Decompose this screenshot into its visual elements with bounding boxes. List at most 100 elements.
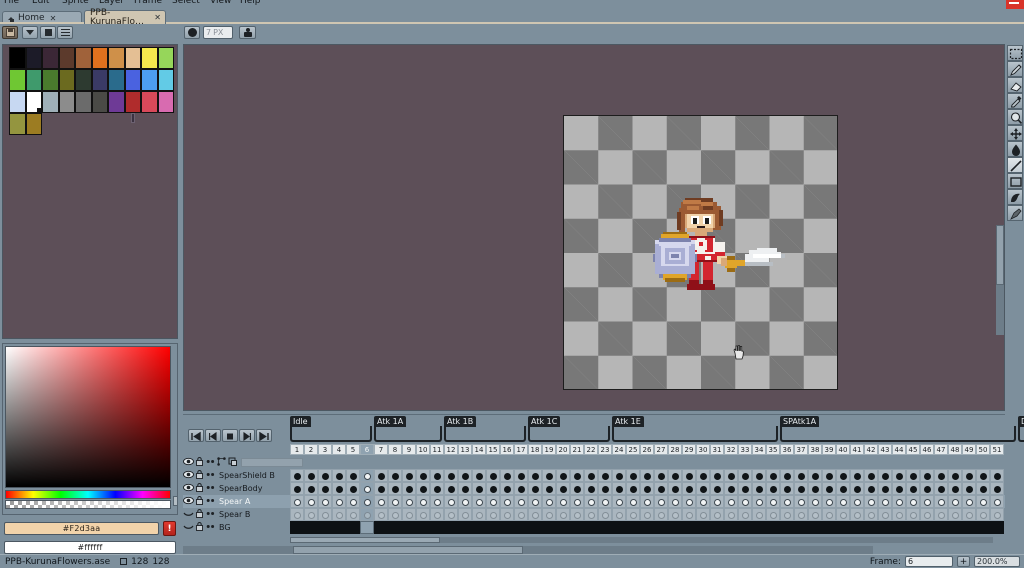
cel[interactable] — [710, 495, 724, 508]
cel[interactable] — [976, 508, 990, 521]
palette-swatch[interactable] — [9, 91, 26, 113]
go-to-next-frame[interactable] — [239, 429, 255, 442]
frame-number-cell[interactable]: 27 — [654, 444, 668, 455]
canvas-horizontal-scrollbar[interactable] — [183, 546, 873, 554]
cel[interactable] — [962, 469, 976, 482]
frame-number-cell[interactable]: 42 — [864, 444, 878, 455]
cel[interactable] — [430, 469, 444, 482]
palette-swatch[interactable] — [92, 69, 109, 91]
palette-swatch[interactable] — [9, 47, 26, 69]
cel[interactable] — [752, 508, 766, 521]
cel[interactable] — [766, 508, 780, 521]
cel[interactable] — [402, 482, 416, 495]
color-panel-scrollbar[interactable] — [173, 496, 178, 506]
continuous-icon[interactable] — [205, 521, 216, 534]
cel[interactable] — [934, 469, 948, 482]
layer-row[interactable]: Spear B — [183, 508, 1005, 521]
cel[interactable] — [724, 469, 738, 482]
menu-item-edit[interactable]: Edit — [32, 0, 49, 6]
cel[interactable] — [542, 508, 556, 521]
eyedropper-tool[interactable] — [1007, 93, 1023, 109]
cel[interactable] — [318, 469, 332, 482]
cel[interactable] — [430, 508, 444, 521]
frame-number-cell[interactable]: 1 — [290, 444, 304, 455]
pencil-tool[interactable] — [1007, 61, 1023, 77]
cel[interactable] — [584, 482, 598, 495]
cel[interactable] — [696, 469, 710, 482]
cel[interactable] — [794, 469, 808, 482]
cel[interactable] — [962, 482, 976, 495]
cel[interactable] — [906, 508, 920, 521]
new-layer-icon[interactable] — [227, 456, 238, 469]
cel-strip[interactable] — [290, 495, 1004, 508]
cel[interactable] — [836, 508, 850, 521]
frame-number-cell[interactable]: 45 — [906, 444, 920, 455]
cel[interactable] — [808, 482, 822, 495]
frame-number-cell[interactable]: 46 — [920, 444, 934, 455]
layer-row[interactable]: SpearShield B — [183, 469, 1005, 482]
cel[interactable] — [332, 508, 346, 521]
playback-controls[interactable] — [188, 429, 272, 442]
cel[interactable] — [360, 508, 374, 521]
palette-swatch[interactable] — [141, 91, 158, 113]
cel[interactable] — [290, 469, 304, 482]
cel[interactable] — [724, 508, 738, 521]
cel[interactable] — [654, 495, 668, 508]
cel[interactable] — [374, 469, 388, 482]
blur-tool[interactable] — [1007, 205, 1023, 221]
cel[interactable] — [836, 495, 850, 508]
animation-tag[interactable]: SPAtk1A — [780, 416, 1016, 442]
cel[interactable] — [556, 508, 570, 521]
frame-number-cell[interactable]: 12 — [444, 444, 458, 455]
frame-number-cell[interactable]: 34 — [752, 444, 766, 455]
move-tool[interactable] — [1007, 125, 1023, 141]
paint-bucket-tool[interactable] — [1007, 141, 1023, 157]
cel[interactable] — [920, 482, 934, 495]
cel[interactable] — [850, 495, 864, 508]
cel[interactable] — [304, 495, 318, 508]
menu-item-file[interactable]: File — [4, 0, 19, 6]
frame-number-cell[interactable]: 41 — [850, 444, 864, 455]
palette-swatch[interactable] — [26, 69, 43, 91]
cel[interactable] — [458, 469, 472, 482]
cel[interactable] — [850, 469, 864, 482]
cel[interactable] — [990, 508, 1004, 521]
palette-swatch[interactable] — [26, 91, 43, 113]
frame-number-cell[interactable]: 29 — [682, 444, 696, 455]
cel[interactable] — [934, 495, 948, 508]
frame-number-cell[interactable]: 17 — [514, 444, 528, 455]
frame-number-cell[interactable]: 49 — [962, 444, 976, 455]
continuous-icon[interactable] — [205, 482, 216, 495]
cel[interactable] — [682, 469, 696, 482]
lock-icon[interactable] — [194, 456, 205, 469]
cel[interactable] — [696, 482, 710, 495]
cel[interactable] — [836, 469, 850, 482]
palette-swatch[interactable] — [125, 69, 142, 91]
cel[interactable] — [346, 508, 360, 521]
cel[interactable] — [346, 482, 360, 495]
frame-number-cell[interactable]: 51 — [990, 444, 1004, 455]
line-tool[interactable] — [1007, 157, 1023, 173]
cel[interactable] — [570, 469, 584, 482]
cel[interactable] — [472, 482, 486, 495]
eye-closed-icon[interactable] — [183, 508, 194, 521]
cel[interactable] — [710, 469, 724, 482]
animation-tag[interactable]: Atk 1C — [528, 416, 610, 442]
cel[interactable] — [892, 469, 906, 482]
cel[interactable] — [290, 508, 304, 521]
menu-item-select[interactable]: Select — [172, 0, 200, 6]
lock-icon[interactable] — [194, 495, 205, 508]
cel[interactable] — [780, 495, 794, 508]
palette-swatch[interactable] — [26, 47, 43, 69]
cel[interactable] — [808, 469, 822, 482]
timeline-horizontal-scrollbar[interactable] — [290, 537, 993, 543]
cel[interactable] — [738, 508, 752, 521]
cel[interactable] — [990, 495, 1004, 508]
palette-swatch[interactable] — [42, 69, 59, 91]
cel[interactable] — [374, 495, 388, 508]
frame-number-cell[interactable]: 5 — [346, 444, 360, 455]
cel[interactable] — [528, 508, 542, 521]
frame-number-cell[interactable]: 11 — [430, 444, 444, 455]
animation-tag[interactable]: Atk 1A — [374, 416, 442, 442]
onion-skin-icon[interactable] — [216, 456, 227, 469]
